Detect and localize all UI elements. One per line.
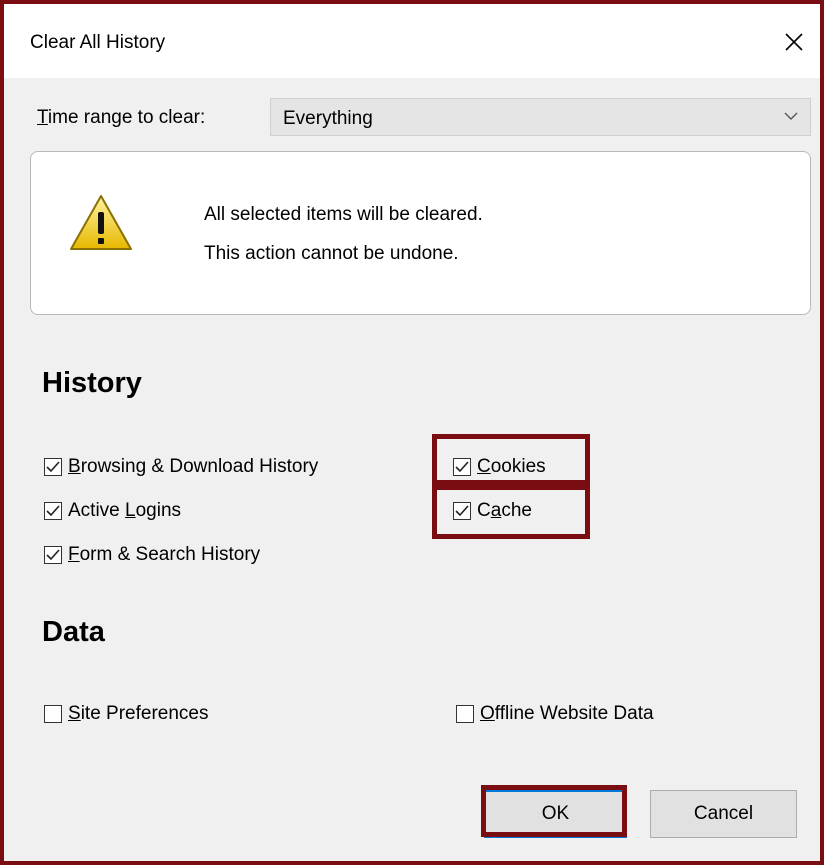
highlight-cache bbox=[432, 485, 590, 539]
checkbox-box[interactable] bbox=[44, 458, 62, 476]
time-range-label: Time range to clear: bbox=[37, 107, 206, 128]
checkbox-box[interactable] bbox=[44, 705, 62, 723]
checkbox-form-search-history[interactable]: Form & Search History bbox=[44, 544, 260, 566]
checkbox-offline-website-data[interactable]: Offline Website Data bbox=[456, 703, 654, 725]
checkbox-label: Active Logins bbox=[68, 500, 182, 521]
history-heading: History bbox=[42, 367, 142, 399]
checkbox-label: Form & Search History bbox=[68, 544, 261, 565]
warning-box: All selected items will be cleared. This… bbox=[30, 151, 811, 315]
checkbox-label: Browsing & Download History bbox=[68, 456, 319, 477]
checkbox-site-preferences[interactable]: Site Preferences bbox=[44, 703, 208, 725]
checkbox-box[interactable] bbox=[456, 705, 474, 723]
title-bar: Clear All History bbox=[4, 4, 820, 78]
checkbox-browsing-history[interactable]: Browsing & Download History bbox=[44, 456, 318, 478]
chevron-down-icon bbox=[784, 112, 798, 120]
check-icon bbox=[46, 505, 60, 517]
cancel-button[interactable]: Cancel bbox=[650, 790, 797, 838]
checkbox-box[interactable] bbox=[44, 546, 62, 564]
clear-history-dialog: Clear All History Time range to clear: E… bbox=[4, 4, 820, 861]
warning-text-line1: All selected items will be cleared. bbox=[204, 204, 483, 225]
checkbox-box[interactable] bbox=[44, 502, 62, 520]
highlight-cookies bbox=[432, 434, 590, 485]
checkbox-label: Site Preferences bbox=[68, 703, 209, 724]
checkbox-active-logins[interactable]: Active Logins bbox=[44, 500, 181, 522]
checkbox-label: Offline Website Data bbox=[480, 703, 654, 724]
data-heading: Data bbox=[42, 616, 105, 648]
warning-text-line2: This action cannot be undone. bbox=[204, 243, 459, 264]
dialog-title: Clear All History bbox=[30, 32, 166, 53]
highlight-ok bbox=[481, 785, 627, 837]
check-icon bbox=[46, 549, 60, 561]
time-range-value: Everything bbox=[283, 108, 373, 129]
warning-icon bbox=[70, 195, 132, 250]
close-icon bbox=[785, 33, 803, 51]
time-range-select[interactable]: Everything bbox=[270, 98, 811, 136]
check-icon bbox=[46, 461, 60, 473]
close-button[interactable] bbox=[774, 22, 814, 62]
